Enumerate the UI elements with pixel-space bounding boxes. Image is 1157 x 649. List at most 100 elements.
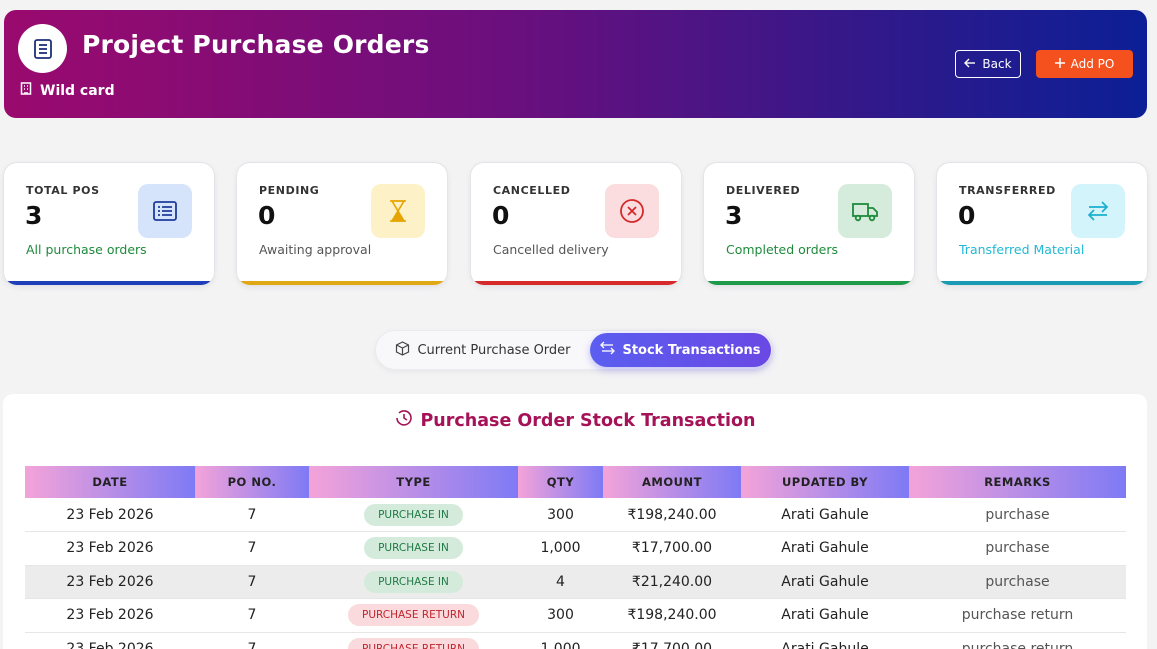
table-row[interactable]: 23 Feb 2026 7 PURCHASE IN 4 ₹21,240.00 A… (25, 565, 1126, 599)
table-row[interactable]: 23 Feb 2026 7 PURCHASE RETURN 1,000 ₹17,… (25, 632, 1126, 649)
cell-qty: 4 (518, 565, 603, 599)
cell-updated-by: Arati Gahule (741, 498, 909, 532)
cell-po-no: 7 (195, 498, 309, 532)
stock-transaction-panel: Purchase Order Stock Transaction DATE PO… (3, 394, 1147, 649)
cell-updated-by: Arati Gahule (741, 632, 909, 649)
cell-qty: 1,000 (518, 632, 603, 649)
cell-type: PURCHASE RETURN (309, 632, 518, 649)
cell-qty: 300 (518, 498, 603, 532)
table-row[interactable]: 23 Feb 2026 7 PURCHASE IN 1,000 ₹17,700.… (25, 531, 1126, 566)
cell-type: PURCHASE IN (309, 565, 518, 599)
type-badge: PURCHASE RETURN (347, 604, 480, 627)
cell-remarks: purchase (909, 498, 1126, 532)
cell-date: 23 Feb 2026 (25, 598, 195, 633)
stat-desc: Cancelled delivery (493, 242, 609, 257)
cell-type: PURCHASE RETURN (309, 598, 518, 633)
tab-stock-label: Stock Transactions (622, 342, 761, 358)
stat-desc: All purchase orders (26, 242, 147, 257)
cell-remarks: purchase (909, 565, 1126, 599)
cell-date: 23 Feb 2026 (25, 498, 195, 532)
column-header-date[interactable]: DATE (25, 466, 195, 498)
stat-value: 0 (958, 201, 976, 230)
stat-label: DELIVERED (726, 184, 801, 197)
arrow-left-icon (964, 57, 976, 71)
cell-remarks: purchase return (909, 598, 1126, 633)
add-po-button[interactable]: Add PO (1036, 50, 1133, 78)
cell-amount: ₹17,700.00 (603, 632, 741, 649)
type-badge: PURCHASE IN (364, 503, 463, 526)
panel-title: Purchase Order Stock Transaction (3, 408, 1147, 433)
cell-updated-by: Arati Gahule (741, 565, 909, 599)
cell-remarks: purchase return (909, 632, 1126, 649)
view-tabs: Current Purchase Order Stock Transaction… (375, 330, 773, 370)
transfer-icon (600, 341, 616, 359)
cell-amount: ₹21,240.00 (603, 565, 741, 599)
tab-stock-transactions[interactable]: Stock Transactions (590, 333, 771, 367)
stat-value: 0 (258, 201, 276, 230)
truck-icon (838, 184, 892, 238)
transfer-icon (1071, 184, 1125, 238)
table-row[interactable]: 23 Feb 2026 7 PURCHASE RETURN 300 ₹198,2… (25, 598, 1126, 633)
purchase-order-icon (18, 24, 67, 73)
column-header-type[interactable]: TYPE (309, 466, 518, 498)
cell-po-no: 7 (195, 598, 309, 633)
page-header: Project Purchase Orders Wild card Back A… (4, 10, 1147, 118)
cell-qty: 300 (518, 598, 603, 633)
column-header-amount[interactable]: AMOUNT (603, 466, 741, 498)
list-icon (138, 184, 192, 238)
stat-desc: Awaiting approval (259, 242, 372, 257)
cell-qty: 1,000 (518, 531, 603, 566)
column-header-po-no[interactable]: PO NO. (195, 466, 309, 498)
cell-type: PURCHASE IN (309, 531, 518, 566)
panel-title-label: Purchase Order Stock Transaction (420, 410, 756, 431)
stat-value: 0 (492, 201, 510, 230)
table-header-row: DATE PO NO. TYPE QTY AMOUNT UPDATED BY R… (25, 466, 1126, 498)
x-circle-icon (605, 184, 659, 238)
type-badge: PURCHASE RETURN (347, 637, 480, 649)
cell-po-no: 7 (195, 565, 309, 599)
project-name: Wild card (20, 82, 115, 99)
type-badge: PURCHASE IN (364, 570, 463, 593)
building-icon (20, 82, 32, 99)
back-label: Back (982, 57, 1012, 71)
cell-po-no: 7 (195, 531, 309, 566)
cell-type: PURCHASE IN (309, 498, 518, 532)
cell-amount: ₹198,240.00 (603, 498, 741, 532)
stat-label: TRANSFERRED (959, 184, 1056, 197)
stat-card-transferred: TRANSFERRED 0 Transferred Material (936, 162, 1148, 286)
cell-updated-by: Arati Gahule (741, 531, 909, 566)
stat-label: PENDING (259, 184, 320, 197)
add-po-label: Add PO (1070, 57, 1115, 71)
column-header-qty[interactable]: QTY (518, 466, 603, 498)
cell-remarks: purchase (909, 531, 1126, 566)
stat-desc: Completed orders (726, 242, 838, 257)
cell-po-no: 7 (195, 632, 309, 649)
table-row[interactable]: 23 Feb 2026 7 PURCHASE IN 300 ₹198,240.0… (25, 498, 1126, 532)
project-name-label: Wild card (40, 82, 115, 99)
type-badge: PURCHASE IN (364, 537, 463, 560)
history-icon (394, 408, 414, 433)
cell-amount: ₹198,240.00 (603, 598, 741, 633)
box-icon (395, 340, 410, 360)
stat-label: TOTAL POS (26, 184, 100, 197)
cell-date: 23 Feb 2026 (25, 632, 195, 649)
column-header-remarks[interactable]: REMARKS (909, 466, 1126, 498)
hourglass-icon (371, 184, 425, 238)
stat-card-pending: PENDING 0 Awaiting approval (236, 162, 448, 286)
tab-current-label: Current Purchase Order (417, 342, 571, 358)
stat-value: 3 (725, 201, 743, 230)
cell-amount: ₹17,700.00 (603, 531, 741, 566)
column-header-updated-by[interactable]: UPDATED BY (741, 466, 909, 498)
cell-date: 23 Feb 2026 (25, 565, 195, 599)
stat-card-total: TOTAL POS 3 All purchase orders (3, 162, 215, 286)
cell-date: 23 Feb 2026 (25, 531, 195, 566)
back-button[interactable]: Back (955, 50, 1021, 78)
cell-updated-by: Arati Gahule (741, 598, 909, 633)
tab-current-purchase-order[interactable]: Current Purchase Order (380, 333, 586, 367)
stat-value: 3 (25, 201, 43, 230)
stat-desc: Transferred Material (959, 242, 1085, 257)
plus-icon (1054, 57, 1065, 71)
stat-card-delivered: DELIVERED 3 Completed orders (703, 162, 915, 286)
stock-transaction-table: DATE PO NO. TYPE QTY AMOUNT UPDATED BY R… (25, 466, 1126, 649)
stat-label: CANCELLED (493, 184, 571, 197)
